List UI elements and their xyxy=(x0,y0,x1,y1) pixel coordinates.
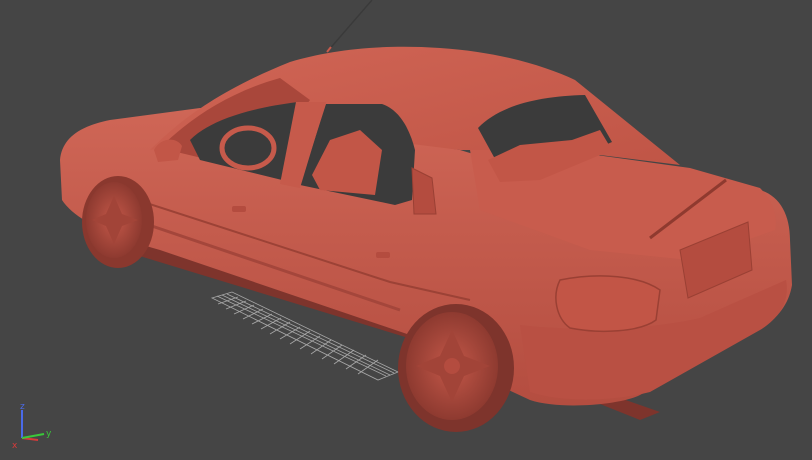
rear-wheel xyxy=(398,304,514,432)
gizmo-label-y: y xyxy=(46,429,52,439)
3d-viewport[interactable]: z x y xyxy=(0,0,812,460)
gizmo-label-z: z xyxy=(20,402,25,412)
scene-canvas[interactable] xyxy=(0,0,812,460)
front-wheel xyxy=(82,176,154,268)
gizmo-axis-y xyxy=(21,433,45,439)
rear-door-handle xyxy=(376,252,390,258)
axis-gizmo: z x y xyxy=(8,402,56,451)
tail-light xyxy=(555,275,661,332)
gizmo-label-x: x xyxy=(12,441,18,450)
antenna xyxy=(326,0,373,53)
front-door-handle xyxy=(232,206,246,212)
